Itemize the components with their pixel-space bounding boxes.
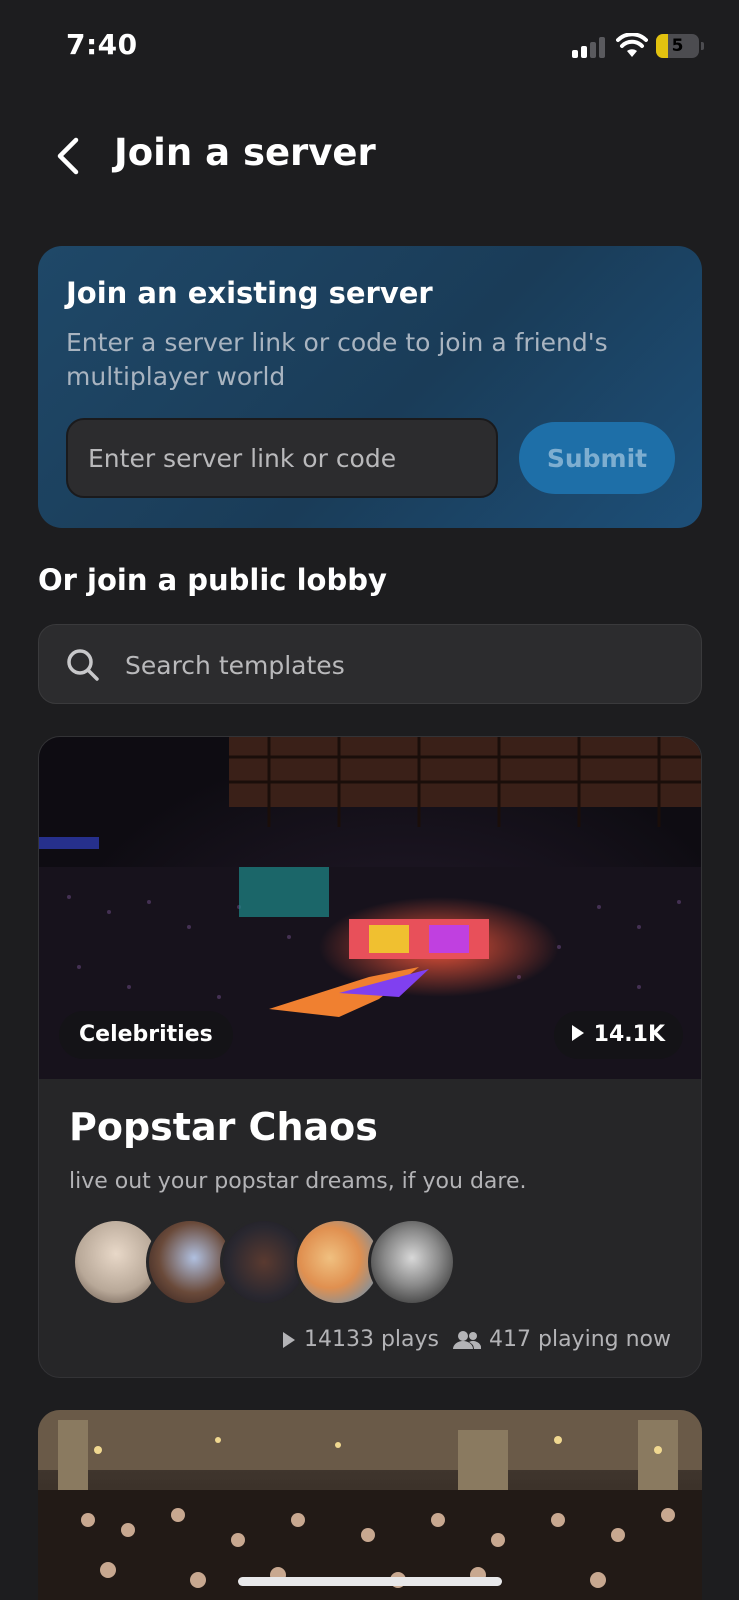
chevron-left-icon (57, 137, 79, 175)
join-server-card: Join an existing server Enter a server l… (38, 246, 702, 528)
template-card[interactable] (38, 1410, 702, 1600)
join-card-description: Enter a server link or code to join a fr… (66, 328, 608, 391)
playing-now-count: 417 playing now (489, 1327, 671, 1352)
category-badge: Celebrities (59, 1011, 233, 1059)
home-indicator[interactable] (238, 1577, 502, 1586)
submit-button[interactable]: Submit (519, 422, 675, 494)
avatar (368, 1218, 456, 1306)
server-code-input[interactable] (66, 418, 498, 498)
search-input[interactable] (125, 637, 685, 693)
users-icon (453, 1330, 482, 1349)
play-icon (571, 1025, 584, 1041)
play-icon (282, 1331, 295, 1348)
battery-icon: 5 (656, 34, 704, 58)
plays-count: 14133 plays (303, 1327, 440, 1352)
back-button[interactable] (50, 132, 90, 180)
status-time: 7:40 (66, 28, 138, 61)
cellular-signal-icon (572, 36, 606, 58)
template-thumbnail (38, 1410, 702, 1600)
template-search-box[interactable] (38, 624, 702, 704)
plays-badge-count: 14.1K (593, 1022, 665, 1047)
plays-stat: 14133 plays (282, 1327, 439, 1352)
status-bar: 7:40 5 (0, 0, 739, 95)
join-card-title: Join an existing server (66, 276, 433, 310)
plays-badge: 14.1K (553, 1011, 683, 1059)
public-lobby-title: Or join a public lobby (38, 563, 387, 597)
template-description: live out your popstar dreams, if you dar… (69, 1169, 527, 1194)
template-stats: 14133 plays 417 playing now (282, 1327, 671, 1352)
wifi-icon (616, 33, 648, 57)
playing-now-stat: 417 playing now (453, 1327, 671, 1352)
battery-level: 5 (671, 36, 684, 56)
avatar-group (72, 1218, 472, 1308)
page-title: Join a server (114, 131, 376, 174)
template-title: Popstar Chaos (69, 1105, 378, 1149)
template-thumbnail: Celebrities 14.1K (39, 737, 701, 1079)
template-card[interactable]: Celebrities 14.1K Popstar Chaos live out… (38, 736, 702, 1378)
search-icon (67, 649, 99, 681)
